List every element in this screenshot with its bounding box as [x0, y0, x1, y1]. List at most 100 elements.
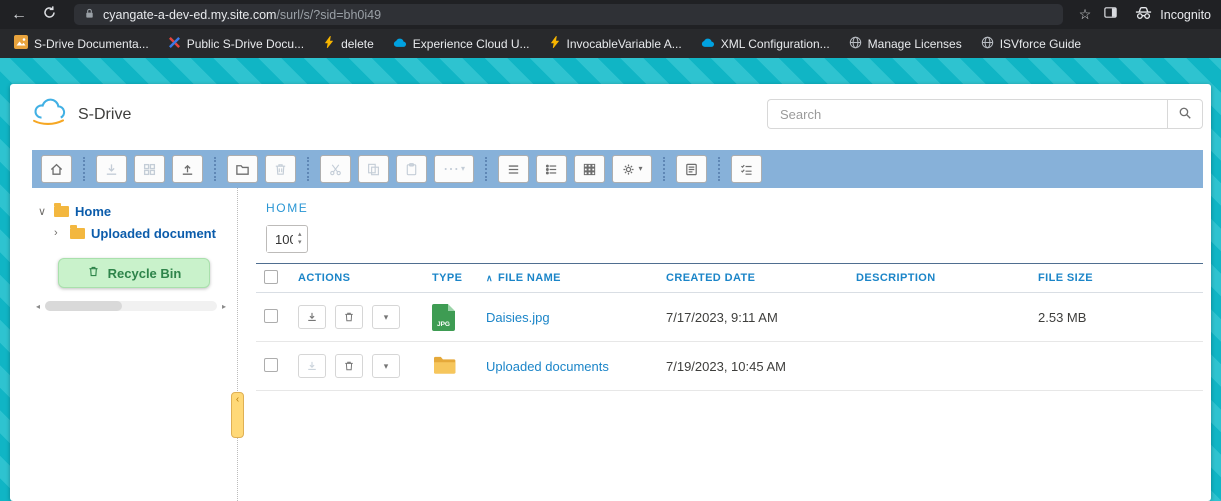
- scroll-right-icon[interactable]: ▸: [218, 302, 230, 311]
- globe-icon: [981, 36, 994, 52]
- grid-view-button[interactable]: [574, 155, 605, 183]
- bookmark-delete[interactable]: delete: [323, 36, 374, 51]
- checklist-button[interactable]: [731, 155, 762, 183]
- tree-item-home[interactable]: ∨ Home: [32, 200, 230, 222]
- home-button[interactable]: [41, 155, 72, 183]
- header-file-size[interactable]: FILE SIZE: [1030, 272, 1203, 284]
- bookmark-manage-licenses[interactable]: Manage Licenses: [849, 36, 962, 52]
- globe-icon: [849, 36, 862, 52]
- side-panel-icon[interactable]: [1103, 5, 1118, 25]
- row-download-button[interactable]: [298, 354, 326, 378]
- table-header-row: ACTIONS TYPE ∧FILE NAME CREATED DATE DES…: [256, 263, 1203, 293]
- search-input[interactable]: [767, 99, 1167, 129]
- tree-horizontal-scrollbar[interactable]: ◂ ▸: [32, 300, 230, 312]
- folder-icon: [70, 228, 85, 239]
- tree-item-label: Uploaded document: [91, 226, 216, 241]
- row-checkbox[interactable]: [264, 309, 278, 323]
- brand: S-Drive: [30, 98, 131, 131]
- cloud-icon: [701, 37, 715, 51]
- cut-button[interactable]: [320, 155, 351, 183]
- new-folder-button[interactable]: [227, 155, 258, 183]
- search-button[interactable]: [1167, 99, 1203, 129]
- toolbar-separator: [83, 157, 85, 181]
- lightning-icon: [323, 36, 335, 51]
- chevron-down-icon: ▾: [384, 312, 389, 323]
- browser-toolbar: ← cyangate-a-dev-ed.my.site.com/surl/s/?…: [0, 0, 1221, 29]
- header-actions: ACTIONS: [290, 272, 424, 284]
- chevron-down-icon: ▾: [461, 165, 465, 173]
- header-description[interactable]: DESCRIPTION: [848, 272, 1030, 284]
- breadcrumb[interactable]: HOME: [256, 194, 1203, 225]
- file-name-link[interactable]: Daisies.jpg: [486, 310, 550, 325]
- bookmark-experience-cloud[interactable]: Experience Cloud U...: [393, 37, 530, 51]
- table-row: ▾ Uploaded documents 7/19/2023, 10:45 AM: [256, 342, 1203, 391]
- header-created-date[interactable]: CREATED DATE: [658, 272, 848, 284]
- address-bar[interactable]: cyangate-a-dev-ed.my.site.com/surl/s/?si…: [74, 4, 1063, 25]
- bookmark-invocablevariable[interactable]: InvocableVariable A...: [549, 36, 682, 51]
- bookmark-isvforce-guide[interactable]: ISVforce Guide: [981, 36, 1081, 52]
- sdrive-logo-icon: [30, 98, 68, 131]
- file-name-link[interactable]: Uploaded documents: [486, 359, 609, 374]
- row-actions: ▾: [290, 354, 424, 378]
- report-button[interactable]: [676, 155, 707, 183]
- row-more-button[interactable]: ▾: [372, 305, 400, 329]
- row-actions: ▾: [290, 305, 424, 329]
- row-download-button[interactable]: [298, 305, 326, 329]
- list-view-button[interactable]: [498, 155, 529, 183]
- search-group: [767, 99, 1203, 129]
- bookmark-xml-configuration[interactable]: XML Configuration...: [701, 37, 830, 51]
- recycle-bin-button[interactable]: Recycle Bin: [58, 258, 210, 288]
- lock-icon: [84, 6, 95, 24]
- reload-icon[interactable]: [40, 5, 58, 25]
- row-checkbox[interactable]: [264, 358, 278, 372]
- row-delete-button[interactable]: [335, 354, 363, 378]
- incognito-icon: [1134, 6, 1153, 23]
- page-title: S-Drive: [78, 106, 131, 124]
- file-size-cell: 2.53 MB: [1030, 310, 1203, 325]
- header-file-name[interactable]: ∧FILE NAME: [478, 272, 658, 284]
- delete-button[interactable]: [265, 155, 296, 183]
- splitter-collapse-handle[interactable]: ‹: [231, 392, 244, 438]
- stepper-down-icon[interactable]: ▾: [298, 240, 302, 246]
- back-icon[interactable]: ←: [10, 6, 28, 24]
- toolbar-separator: [718, 157, 720, 181]
- copy-button[interactable]: [358, 155, 389, 183]
- scrollbar-thumb[interactable]: [45, 301, 122, 311]
- panel-splitter: ‹: [230, 188, 246, 501]
- header-type: TYPE: [424, 272, 478, 284]
- sort-asc-icon: ∧: [486, 273, 493, 283]
- scrollbar-track[interactable]: [45, 301, 217, 311]
- panel-header: S-Drive: [10, 84, 1211, 150]
- created-date-cell: 7/17/2023, 9:11 AM: [658, 310, 848, 325]
- paste-button[interactable]: [396, 155, 427, 183]
- table-row: ▾ JPG Daisies.jpg 7/17/2023, 9:11 AM 2.5…: [256, 293, 1203, 342]
- bookmarks-bar: S-Drive Documenta... Public S-Drive Docu…: [0, 29, 1221, 58]
- folder-tree: ∨ Home › Uploaded document Recycle Bin: [32, 188, 230, 501]
- tree-item-uploaded-documents[interactable]: › Uploaded document: [32, 222, 230, 244]
- row-delete-button[interactable]: [335, 305, 363, 329]
- bookmark-public-sdrive-docs[interactable]: Public S-Drive Docu...: [168, 36, 304, 52]
- content-area: ∨ Home › Uploaded document Recycle Bin: [32, 188, 1203, 501]
- url-text: cyangate-a-dev-ed.my.site.com/surl/s/?si…: [103, 8, 381, 22]
- row-more-button[interactable]: ▾: [372, 354, 400, 378]
- incognito-label: Incognito: [1160, 8, 1211, 22]
- chevron-down-icon[interactable]: ∨: [38, 205, 48, 218]
- select-all-checkbox[interactable]: [264, 270, 278, 284]
- toolbar-separator: [663, 157, 665, 181]
- download-button[interactable]: [96, 155, 127, 183]
- bookmark-sdrive-documentation[interactable]: S-Drive Documenta...: [14, 35, 149, 52]
- tree-item-label: Home: [75, 204, 111, 219]
- chevron-right-icon[interactable]: ›: [54, 227, 64, 239]
- page-size-input[interactable]: [267, 226, 293, 252]
- stepper-up-icon[interactable]: ▴: [298, 232, 302, 238]
- bookmark-star-icon[interactable]: ☆: [1079, 6, 1092, 23]
- more-actions-button[interactable]: ⋯▾: [434, 155, 474, 183]
- scroll-left-icon[interactable]: ◂: [32, 302, 44, 311]
- settings-button[interactable]: ▾: [612, 155, 652, 183]
- file-toolbar: ⋯▾ ▾: [32, 150, 1203, 188]
- items-grid-button[interactable]: [134, 155, 165, 183]
- toolbar-separator: [485, 157, 487, 181]
- picture-icon: [14, 35, 28, 52]
- detail-view-button[interactable]: [536, 155, 567, 183]
- upload-button[interactable]: [172, 155, 203, 183]
